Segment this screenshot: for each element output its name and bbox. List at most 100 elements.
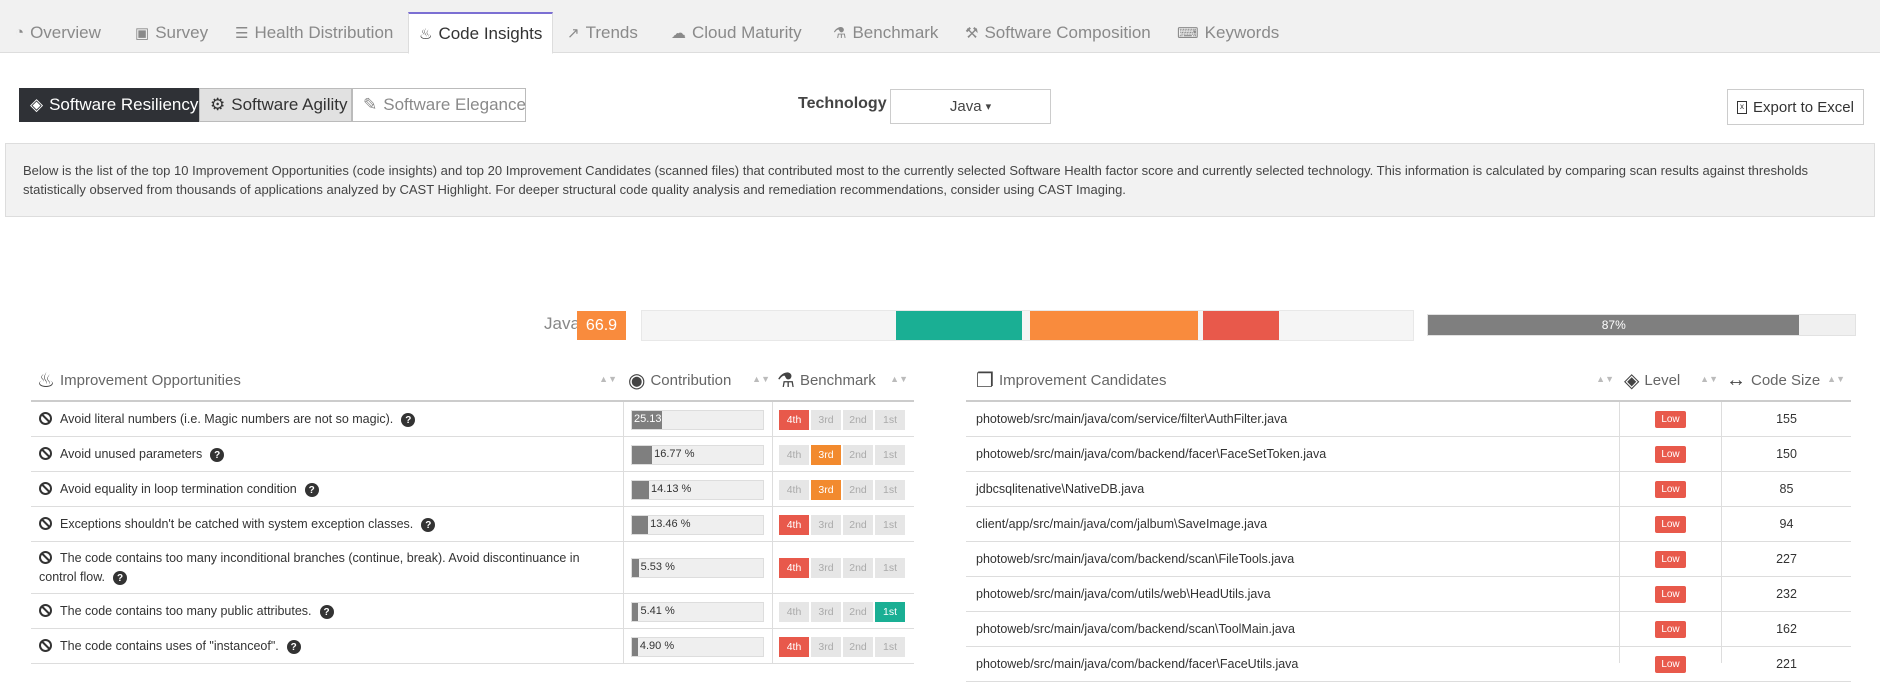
candidate-file[interactable]: photoweb/src/main/java/com/backend/facer…	[976, 647, 1616, 681]
benchmark-level: 1st	[875, 409, 905, 430]
software-elegance-button[interactable]: ✎ Software Elegance	[352, 88, 526, 122]
tab-label: Health Distribution	[254, 22, 394, 42]
distribution-band-red	[1203, 311, 1279, 340]
software-resiliency-button[interactable]: ◈ Software Resiliency	[19, 88, 199, 122]
help-icon[interactable]: ?	[286, 640, 301, 654]
contribution-title: Contribution	[650, 371, 732, 389]
benchmark-column-header[interactable]: ⚗ Benchmark ▲▼	[777, 360, 914, 400]
contribution-value: 25.13	[634, 412, 662, 425]
opportunities-title: Improvement Opportunities	[59, 371, 241, 389]
software-agility-button[interactable]: ⚙ Software Agility	[199, 88, 352, 122]
candidate-row[interactable]: photoweb/src/main/java/com/backend/facer…	[966, 437, 1851, 472]
code-size-value: 94	[1779, 517, 1794, 531]
candidate-row[interactable]: photoweb/src/main/java/com/backend/scan\…	[966, 542, 1851, 577]
technology-select[interactable]: Java ▾	[890, 89, 1051, 124]
sort-icon: ▲▼	[1596, 374, 1614, 384]
sort-icon: ▲▼	[1700, 374, 1718, 384]
opportunities-column-header[interactable]: ♨ Improvement Opportunities ▲▼	[37, 360, 623, 400]
score-technology-name: Java	[544, 314, 580, 333]
candidate-row[interactable]: photoweb/src/main/java/com/backend/scan\…	[966, 612, 1851, 647]
candidate-row[interactable]: client/app/src/main/java/com/jalbum\Save…	[966, 507, 1851, 542]
tab-keywords[interactable]: ⌨ Keywords	[1167, 12, 1289, 53]
level-badge: Low	[1655, 620, 1686, 638]
candidate-level-cell: Low	[1620, 507, 1721, 541]
help-icon[interactable]: ?	[319, 605, 334, 619]
caret-down-icon: ▾	[985, 101, 992, 113]
rss-icon: ◉	[628, 369, 646, 392]
dashboard-icon: ◔	[15, 24, 25, 41]
candidates-column-header[interactable]: ❐ Improvement Candidates ▲▼	[976, 360, 1620, 400]
keyboard-icon: ⌨	[1177, 24, 1199, 42]
tab-cloud-maturity[interactable]: ☁ Cloud Maturity	[661, 12, 812, 53]
candidate-file[interactable]: photoweb/src/main/java/com/backend/facer…	[976, 437, 1616, 471]
help-icon[interactable]: ?	[210, 448, 225, 462]
candidate-file[interactable]: photoweb/src/main/java/com/utils/web\Hea…	[976, 577, 1616, 611]
help-icon[interactable]: ?	[421, 518, 436, 532]
level-badge: Low	[1655, 445, 1686, 463]
ban-icon	[39, 446, 52, 460]
opportunity-row[interactable]: The code contains too many inconditional…	[31, 542, 914, 594]
opportunity-cell: The code contains too many inconditional…	[39, 542, 619, 593]
export-to-excel-button[interactable]: x Export to Excel	[1727, 89, 1864, 125]
opportunity-row[interactable]: Avoid equality in loop termination condi…	[31, 472, 914, 507]
benchmark-level: 3rd	[811, 409, 841, 430]
opportunity-cell: Exceptions shouldn't be catched with sys…	[39, 507, 619, 541]
tab-label: Code Insights	[438, 23, 543, 43]
contribution-bar: 25.13	[631, 409, 764, 430]
tab-code-insights[interactable]: ♨ Code Insights	[408, 12, 554, 54]
opportunity-row[interactable]: The code contains uses of "instanceof".?…	[31, 629, 914, 664]
info-description: Below is the list of the top 10 Improvem…	[5, 143, 1875, 217]
tab-trends[interactable]: ↗ Trends	[557, 12, 648, 53]
contribution-value: 4.90 %	[639, 639, 675, 652]
opportunity-cell: Avoid equality in loop termination condi…	[39, 472, 619, 506]
opportunity-row[interactable]: Avoid unused parameters? 16.77 % 4th 3rd 2nd…	[31, 437, 914, 472]
level-badge: Low	[1655, 550, 1686, 568]
tab-benchmark[interactable]: ⚗ Benchmark	[823, 12, 948, 53]
candidate-file[interactable]: photoweb/src/main/java/com/backend/scan\…	[976, 542, 1616, 576]
candidate-row[interactable]: photoweb/src/main/java/com/service/filte…	[966, 402, 1851, 437]
level-column-header[interactable]: ◈ Level ▲▼	[1624, 360, 1724, 400]
help-icon[interactable]: ?	[113, 571, 128, 585]
motorcycle-icon: ⚙	[210, 95, 226, 114]
column-divider	[1619, 402, 1620, 663]
benchmark-level: 1st	[875, 514, 905, 535]
tab-label: Overview	[30, 22, 101, 42]
candidate-file[interactable]: jdbcsqlitenative\NativeDB.java	[976, 472, 1616, 506]
contribution-column-header[interactable]: ◉ Contribution ▲▼	[628, 360, 776, 400]
benchmark-scale: 4th 3rd 2nd 1st	[779, 514, 905, 535]
benchmark-scale: 4th 3rd 2nd 1st	[779, 409, 905, 430]
candidate-file[interactable]: photoweb/src/main/java/com/backend/scan\…	[976, 612, 1616, 646]
benchmark-level: 3rd	[811, 601, 841, 622]
benchmark-level: 4th	[779, 558, 809, 578]
tab-survey[interactable]: ▣ Survey	[125, 12, 218, 53]
tab-health-distribution[interactable]: ☰ Health Distribution	[225, 12, 403, 53]
opportunity-row[interactable]: Exceptions shouldn't be catched with sys…	[31, 507, 914, 542]
technology-label: Technology :	[798, 95, 897, 112]
score-distribution-bar	[641, 310, 1414, 341]
benchmark-level: 1st	[875, 558, 905, 578]
main-tab-bar: ◔ Overview ▣ Survey ☰ Health Distribution ♨ Cod…	[0, 0, 1880, 54]
export-label: Export to Excel	[1753, 98, 1854, 116]
help-icon[interactable]: ?	[304, 483, 319, 497]
contribution-bar: 5.53 %	[631, 558, 764, 578]
help-icon[interactable]: ?	[401, 413, 416, 427]
tab-label: Benchmark	[852, 22, 939, 42]
opportunity-row[interactable]: Avoid literal numbers (i.e. Magic number…	[31, 402, 914, 437]
candidates-title: Improvement Candidates	[998, 371, 1167, 389]
candidate-row[interactable]: photoweb/src/main/java/com/backend/facer…	[966, 647, 1851, 682]
candidate-file[interactable]: photoweb/src/main/java/com/service/filte…	[976, 402, 1616, 436]
tab-software-composition[interactable]: ⚒ Software Composition	[955, 12, 1161, 53]
code-size-column-header[interactable]: ↔ Code Size ▲▼	[1726, 360, 1851, 400]
candidate-row[interactable]: jdbcsqlitenative\NativeDB.java Low 85	[966, 472, 1851, 507]
code-size-value: 150	[1776, 447, 1797, 461]
contribution-bar: 4.90 %	[631, 636, 764, 657]
opportunity-row[interactable]: The code contains too many public attrib…	[31, 594, 914, 629]
ban-icon	[39, 550, 52, 564]
candidate-row[interactable]: photoweb/src/main/java/com/utils/web\Hea…	[966, 577, 1851, 612]
candidate-level-cell: Low	[1620, 472, 1721, 506]
tab-overview[interactable]: ◔ Overview	[5, 12, 111, 53]
candidate-file[interactable]: client/app/src/main/java/com/jalbum\Save…	[976, 507, 1616, 541]
contribution-bar: 16.77 %	[631, 444, 764, 465]
software-resiliency-label: Software Resiliency	[49, 95, 199, 114]
ban-icon	[39, 516, 52, 530]
